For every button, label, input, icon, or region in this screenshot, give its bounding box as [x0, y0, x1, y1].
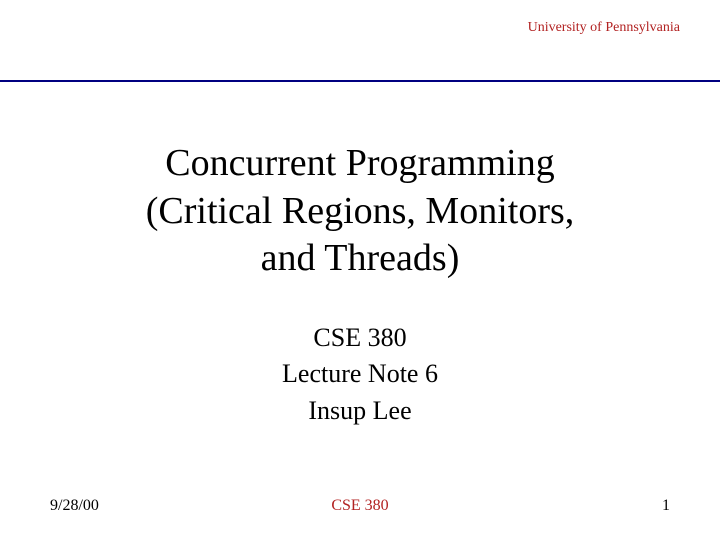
- subtitle-author: Insup Lee: [0, 393, 720, 429]
- header-divider: [0, 80, 720, 82]
- slide-footer: 9/28/00 CSE 380 1: [50, 497, 670, 515]
- slide-title: Concurrent Programming (Critical Regions…: [0, 140, 720, 283]
- subtitle-lecture: Lecture Note 6: [0, 356, 720, 392]
- title-line-1: Concurrent Programming: [0, 140, 720, 188]
- subtitle-course: CSE 380: [0, 320, 720, 356]
- university-name: University of Pennsylvania: [528, 20, 680, 35]
- title-line-3: and Threads): [0, 235, 720, 283]
- title-line-2: (Critical Regions, Monitors,: [0, 188, 720, 236]
- footer-course: CSE 380: [331, 497, 388, 515]
- header-university: University of Pennsylvania: [528, 20, 680, 36]
- footer-page: 1: [662, 497, 670, 515]
- slide-subtitle: CSE 380 Lecture Note 6 Insup Lee: [0, 320, 720, 429]
- footer-date: 9/28/00: [50, 497, 99, 515]
